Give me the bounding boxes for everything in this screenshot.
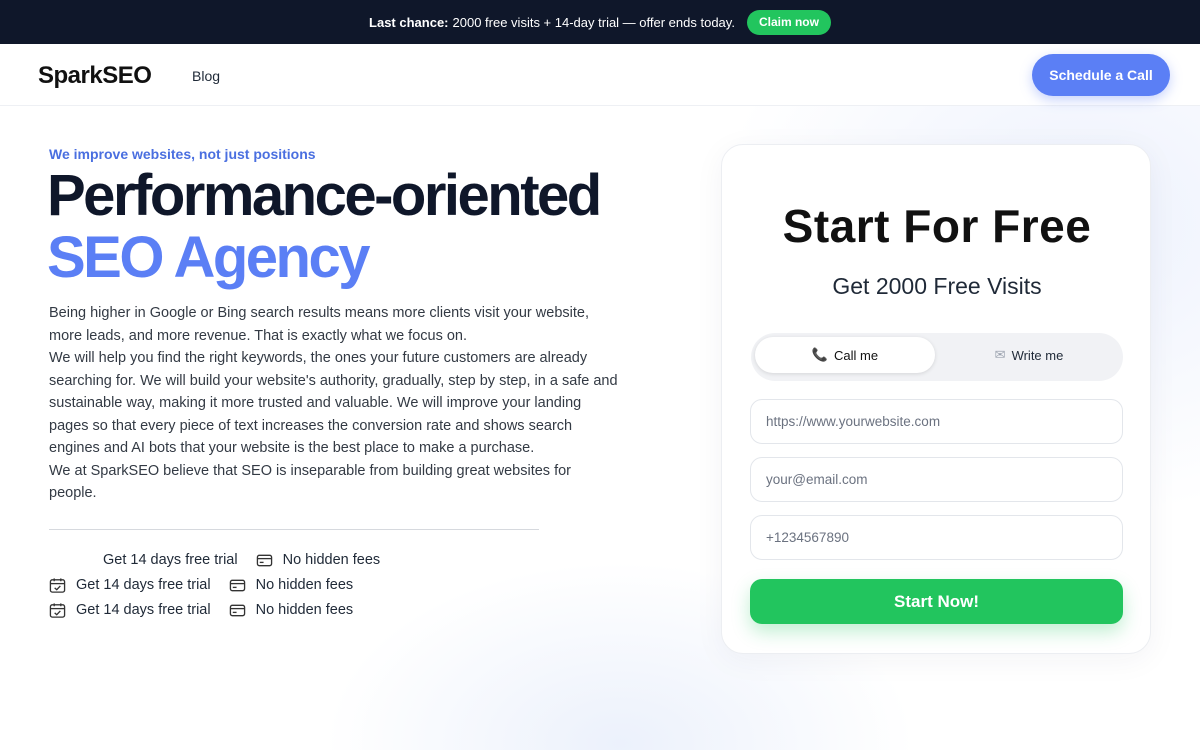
- phone-icon: 📞: [811, 347, 829, 362]
- feature-trial-label: Get 14 days free trial: [76, 602, 211, 618]
- site-header: SparkSEO Blog Schedule a Call: [0, 44, 1200, 106]
- announcement-bar: Last chance: 2000 free visits + 14-day t…: [0, 0, 1200, 44]
- toggle-write-label: Write me: [1011, 347, 1064, 363]
- credit-card-icon: [229, 579, 245, 591]
- hero-title-line2: SEO Agency: [47, 225, 370, 290]
- toggle-call-me[interactable]: 📞 Call me: [755, 337, 935, 373]
- feature-row: Get 14 days free trial No hidden fees: [103, 548, 380, 572]
- signup-card: Start For Free Get 2000 Free Visits 📞 Ca…: [721, 144, 1151, 654]
- toggle-call-label: Call me: [834, 347, 879, 363]
- signup-title: Start For Free: [782, 200, 1092, 252]
- announcement-strong: Last chance:: [369, 14, 449, 30]
- feature-fees-label: No hidden fees: [255, 577, 354, 593]
- announcement-text: 2000 free visits + 14-day trial — offer …: [452, 14, 735, 30]
- signup-subtitle: Get 2000 Free Visits: [832, 273, 1042, 299]
- start-now-button[interactable]: Start Now!: [750, 579, 1123, 624]
- feature-fees-label: No hidden fees: [282, 552, 381, 568]
- credit-card-icon: [256, 554, 272, 566]
- feature-trial-label: Get 14 days free trial: [76, 577, 211, 593]
- credit-card-icon: [229, 604, 245, 616]
- feature-fees-label: No hidden fees: [255, 602, 354, 618]
- email-input[interactable]: [750, 457, 1123, 502]
- envelope-icon: ✉: [994, 347, 1006, 362]
- hero-paragraph: We will help you find the right keywords…: [49, 350, 618, 456]
- nav-link-blog[interactable]: Blog: [192, 68, 220, 84]
- hero-title-line1: Performance-oriented: [47, 163, 602, 228]
- website-input[interactable]: [750, 399, 1123, 444]
- claim-now-button[interactable]: Claim now: [746, 9, 831, 35]
- hero-eyebrow: We improve websites, not just positions: [49, 146, 316, 162]
- feature-trial-label: Get 14 days free trial: [103, 552, 238, 568]
- feature-row: Get 14 days free trial No hidden fees: [49, 598, 353, 622]
- logo[interactable]: SparkSEO: [38, 62, 152, 90]
- feature-row: Get 14 days free trial No hidden fees: [49, 573, 353, 597]
- contact-method-toggle: 📞 Call me ✉ Write me: [751, 333, 1123, 381]
- calendar-check-icon: [49, 602, 66, 618]
- divider: [49, 529, 539, 530]
- phone-input[interactable]: [750, 515, 1123, 560]
- schedule-call-button[interactable]: Schedule a Call: [1032, 54, 1170, 96]
- hero-description: Being higher in Google or Bing search re…: [49, 302, 619, 505]
- hero-paragraph: We at SparkSEO believe that SEO is insep…: [49, 462, 571, 502]
- calendar-check-icon: [49, 577, 66, 593]
- toggle-write-me[interactable]: ✉ Write me: [939, 337, 1119, 373]
- hero-paragraph: Being higher in Google or Bing search re…: [49, 305, 589, 344]
